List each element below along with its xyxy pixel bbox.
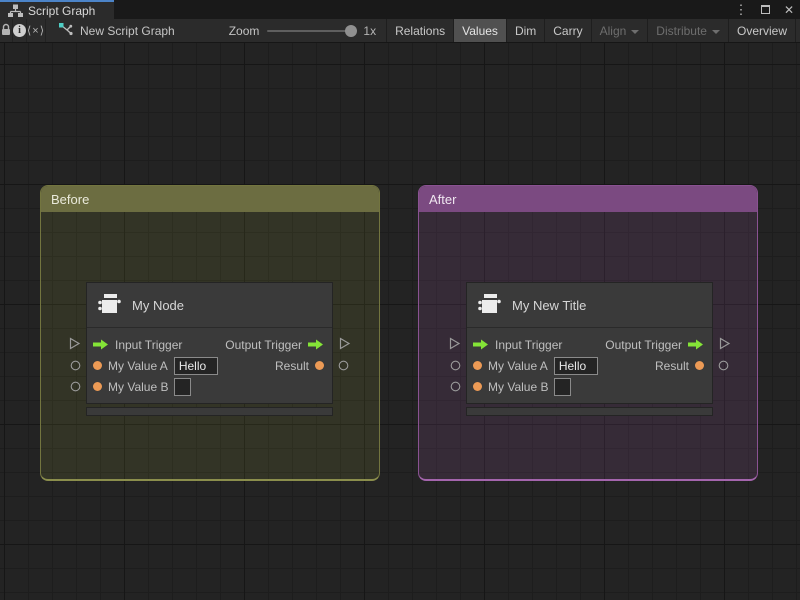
circle-stub-icon[interactable] — [70, 381, 81, 392]
node-ports: Input Trigger Output Trigger My Value A … — [87, 328, 332, 403]
port-row-trigger: Input Trigger Output Trigger — [473, 334, 704, 355]
node-footer — [86, 407, 333, 416]
code-icon: ⟨×⟩ — [27, 25, 46, 37]
port-label: Input Trigger — [115, 337, 183, 352]
value-dot-icon[interactable] — [473, 382, 482, 391]
close-icon[interactable]: ✕ — [782, 3, 796, 17]
flow-arrow-icon[interactable] — [473, 339, 489, 350]
value-dot-icon[interactable] — [93, 361, 102, 370]
zoom-control: Zoom 1x — [229, 24, 382, 38]
lock-button[interactable] — [0, 19, 13, 42]
toolbar-buttons: Relations Values Dim Carry Align Distrib… — [386, 19, 800, 42]
value-a-input[interactable] — [553, 356, 598, 375]
maximize-icon[interactable] — [758, 3, 772, 17]
graph-hierarchy-icon — [8, 4, 23, 17]
value-dot-icon[interactable] — [473, 361, 482, 370]
value-dot-icon[interactable] — [315, 361, 324, 370]
tab-title: Script Graph — [28, 3, 96, 18]
node-body[interactable]: My New Title Input Trigger Output Trigge… — [466, 282, 713, 404]
value-dot-icon[interactable] — [695, 361, 704, 370]
node-title: My New Title — [512, 297, 587, 313]
group-before-header[interactable]: Before — [41, 186, 379, 212]
node-ports: Input Trigger Output Trigger My Value A … — [467, 328, 712, 403]
graph-name-label: New Script Graph — [80, 23, 175, 38]
node-footer — [466, 407, 713, 416]
value-b-input[interactable] — [174, 377, 192, 396]
triangle-stub-icon[interactable] — [68, 337, 81, 350]
zoom-slider[interactable] — [267, 24, 358, 37]
port-label: Result — [654, 358, 689, 373]
triangle-stub-icon[interactable] — [338, 337, 351, 350]
port-row-value-b: My Value B — [473, 376, 704, 397]
group-after-title: After — [429, 191, 457, 207]
port-label: Input Trigger — [495, 337, 563, 352]
port-label: Output Trigger — [605, 337, 682, 352]
port-row-value-b: My Value B — [93, 376, 324, 397]
triangle-stub-icon[interactable] — [448, 337, 461, 350]
flow-arrow-icon[interactable] — [93, 339, 109, 350]
unit-node-icon — [97, 292, 122, 319]
graph-canvas[interactable]: Before After My Node Input Trigger Outpu… — [0, 43, 800, 600]
distribute-button[interactable]: Distribute — [647, 19, 728, 42]
dim-button[interactable]: Dim — [505, 19, 544, 42]
flow-arrow-icon[interactable] — [308, 339, 324, 350]
port-label: Result — [274, 358, 309, 373]
info-icon: i — [13, 24, 26, 37]
node-body[interactable]: My Node Input Trigger Output Trigger My … — [86, 282, 333, 404]
port-label: My Value B — [108, 379, 169, 394]
chevron-down-icon — [631, 29, 640, 34]
overview-button[interactable]: Overview — [727, 19, 795, 42]
port-row-value-a: My Value A Result — [473, 355, 704, 376]
port-label: My Value A — [488, 358, 548, 373]
tab-bar: Script Graph ⋮ ✕ — [0, 0, 800, 19]
fullscreen-button[interactable]: Full Screen — [795, 19, 800, 42]
value-b-input[interactable] — [554, 377, 572, 396]
port-row-trigger: Input Trigger Output Trigger — [93, 334, 324, 355]
flow-arrow-icon[interactable] — [688, 339, 704, 350]
node-title: My Node — [132, 297, 185, 313]
code-preview-button[interactable]: ⟨×⟩ — [27, 19, 47, 42]
unit-node-icon — [477, 292, 502, 319]
group-after-header[interactable]: After — [419, 186, 757, 212]
graph-name-segment[interactable]: New Script Graph — [46, 19, 187, 42]
window-controls: ⋮ ✕ — [734, 0, 796, 19]
chevron-down-icon — [711, 29, 720, 34]
zoom-value: 1x — [363, 23, 377, 38]
tab-script-graph[interactable]: Script Graph — [0, 0, 114, 19]
node-header[interactable]: My New Title — [467, 283, 712, 328]
info-button[interactable]: i — [13, 19, 27, 42]
lock-icon — [0, 23, 12, 39]
window-menu-icon[interactable]: ⋮ — [734, 3, 748, 17]
circle-stub-icon[interactable] — [450, 360, 461, 371]
group-before-title: Before — [51, 191, 90, 207]
node-header[interactable]: My Node — [87, 283, 332, 328]
circle-stub-icon[interactable] — [70, 360, 81, 371]
node-my-node[interactable]: My Node Input Trigger Output Trigger My … — [69, 282, 351, 416]
node-branch-icon — [58, 22, 73, 39]
circle-stub-icon[interactable] — [338, 360, 349, 371]
zoom-slider-handle[interactable] — [345, 24, 358, 37]
value-dot-icon[interactable] — [93, 382, 102, 391]
circle-stub-icon[interactable] — [718, 360, 729, 371]
zoom-label: Zoom — [228, 23, 260, 38]
carry-button[interactable]: Carry — [544, 19, 590, 42]
triangle-stub-icon[interactable] — [718, 337, 731, 350]
port-label: My Value B — [488, 379, 549, 394]
relations-button[interactable]: Relations — [386, 19, 453, 42]
port-label: My Value A — [108, 358, 168, 373]
graph-toolbar: i ⟨×⟩ New Script Graph Zoom 1x Relations… — [0, 19, 800, 43]
value-a-input[interactable] — [173, 356, 218, 375]
align-button[interactable]: Align — [590, 19, 648, 42]
port-row-value-a: My Value A Result — [93, 355, 324, 376]
values-button[interactable]: Values — [453, 19, 506, 42]
node-my-new-title[interactable]: My New Title Input Trigger Output Trigge… — [449, 282, 731, 416]
port-label: Output Trigger — [225, 337, 302, 352]
script-graph-window: Script Graph ⋮ ✕ i ⟨×⟩ New Script Graph … — [0, 0, 800, 600]
circle-stub-icon[interactable] — [450, 381, 461, 392]
